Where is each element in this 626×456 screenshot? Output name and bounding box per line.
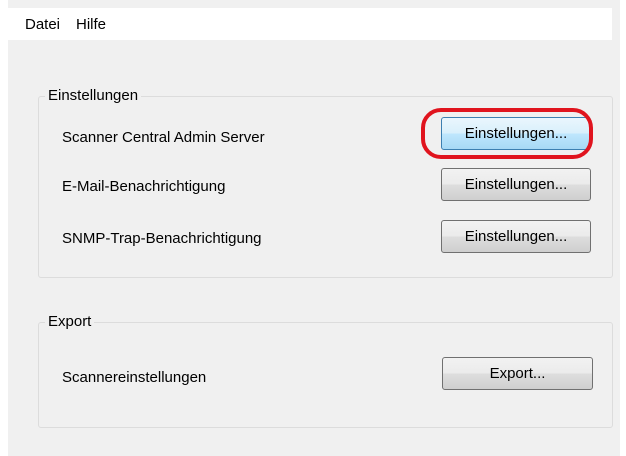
export-button[interactable]: Export... xyxy=(442,357,593,390)
scanner-central-admin-settings-button[interactable]: Einstellungen... xyxy=(441,117,591,150)
email-notification-label: E-Mail-Benachrichtigung xyxy=(62,178,226,195)
menu-datei[interactable]: Datei xyxy=(25,16,60,33)
app-window: Datei Hilfe Einstellungen Scanner Centra… xyxy=(0,0,626,456)
scanner-central-admin-label: Scanner Central Admin Server xyxy=(62,129,265,146)
export-group-title: Export xyxy=(45,313,95,330)
menu-hilfe[interactable]: Hilfe xyxy=(76,16,106,33)
snmp-trap-notification-label: SNMP-Trap-Benachrichtigung xyxy=(62,230,262,247)
settings-group-title: Einstellungen xyxy=(45,87,142,104)
snmp-trap-settings-button[interactable]: Einstellungen... xyxy=(441,220,591,253)
menu-bar: Datei Hilfe xyxy=(8,8,612,40)
email-notification-settings-button[interactable]: Einstellungen... xyxy=(441,168,591,201)
scanner-settings-export-label: Scannereinstellungen xyxy=(62,369,207,386)
